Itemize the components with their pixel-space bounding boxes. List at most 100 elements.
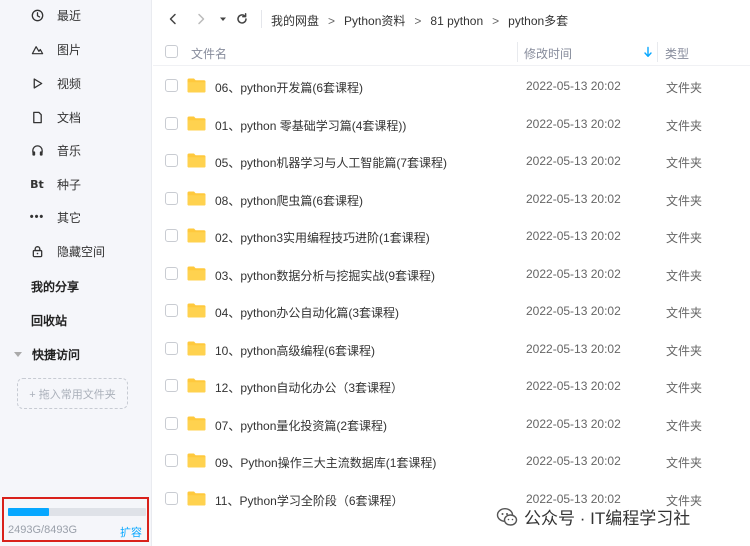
- file-modified-time: 2022-05-13 20:02: [526, 341, 621, 356]
- file-type: 文件夹: [666, 268, 703, 283]
- sidebar-item-label: 视频: [57, 76, 82, 91]
- refresh-button[interactable]: [234, 11, 250, 27]
- table-row[interactable]: 03、python数据分析与挖掘实战(9套课程) 2022-05-13 20:02…: [153, 255, 750, 293]
- table-row[interactable]: 01、python 零基础学习篇(4套课程)) 2022-05-13 20:02 文…: [153, 105, 750, 143]
- my-share-link[interactable]: 我的分享: [31, 278, 79, 295]
- row-checkbox[interactable]: [165, 191, 178, 205]
- breadcrumb-separator: >: [414, 13, 422, 28]
- file-name[interactable]: 01、python 零基础学习篇(4套课程)): [215, 117, 406, 134]
- table-row[interactable]: 05、python机器学习与人工智能篇(7套课程) 2022-05-13 20:0…: [153, 142, 750, 180]
- select-all-checkbox[interactable]: [165, 45, 178, 58]
- sidebar-item-images[interactable]: 图片: [0, 37, 152, 61]
- file-name[interactable]: 04、python办公自动化篇(3套课程): [215, 304, 399, 321]
- table-row[interactable]: 07、python量化投资篇(2套课程) 2022-05-13 20:02 文件夹: [153, 405, 750, 443]
- row-checkbox[interactable]: [165, 416, 178, 430]
- file-name[interactable]: 09、Python操作三大主流数据库(1套课程): [215, 454, 436, 471]
- row-checkbox[interactable]: [165, 116, 178, 130]
- row-checkbox[interactable]: [165, 341, 178, 355]
- expand-storage-link[interactable]: 扩容: [120, 524, 142, 540]
- sidebar-item-videos[interactable]: 视频: [0, 71, 152, 95]
- file-modified-time: 2022-05-13 20:02: [526, 154, 621, 168]
- wechat-logo-icon: [496, 507, 518, 526]
- recycle-bin-link[interactable]: 回收站: [31, 312, 67, 329]
- file-name[interactable]: 05、python机器学习与人工智能篇(7套课程): [215, 154, 447, 171]
- chevron-right-icon: [198, 13, 205, 25]
- breadcrumb-item[interactable]: Python资料: [344, 12, 405, 29]
- file-modified-time: 2022-05-13 20:02: [526, 116, 621, 131]
- folder-icon: [187, 78, 206, 93]
- refresh-icon: [237, 13, 247, 24]
- file-name[interactable]: 10、python高级编程(6套课程): [215, 342, 375, 359]
- drop-zone-label: + 拖入常用文件夹: [29, 388, 116, 401]
- sidebar-item-label: 最近: [57, 8, 82, 23]
- file-type: 文件夹: [666, 343, 703, 358]
- file-name[interactable]: 06、python开发篇(6套课程): [215, 79, 363, 96]
- file-type: 文件夹: [666, 306, 703, 320]
- row-checkbox[interactable]: [165, 304, 178, 317]
- folder-icon: [187, 191, 206, 205]
- sidebar-item-recent[interactable]: 最近: [0, 3, 152, 27]
- storage-bar: [8, 508, 146, 516]
- table-row[interactable]: 06、python开发篇(6套课程) 2022-05-13 20:02 文件夹: [153, 67, 750, 105]
- file-type: 文件夹: [666, 231, 703, 245]
- file-name[interactable]: 12、python自动化办公（3套课程）: [215, 379, 403, 396]
- quick-access-header[interactable]: 快捷访问: [14, 346, 80, 363]
- folder-icon: [187, 116, 206, 130]
- breadcrumb-item-current[interactable]: python多套: [508, 12, 568, 29]
- row-checkbox[interactable]: [165, 266, 178, 280]
- breadcrumb-item[interactable]: 我的网盘: [271, 12, 319, 29]
- back-button[interactable]: [165, 11, 181, 27]
- quick-access-label: 快捷访问: [32, 348, 81, 362]
- column-header-modified[interactable]: 修改时间: [524, 45, 572, 62]
- drop-zone[interactable]: + 拖入常用文件夹: [17, 378, 128, 409]
- file-name[interactable]: 08、python爬虫篇(6套课程): [215, 192, 363, 209]
- file-type: 文件夹: [666, 193, 703, 208]
- storage-usage-text: 2493G/8493G: [8, 524, 78, 536]
- row-checkbox[interactable]: [165, 491, 178, 505]
- file-modified-time: 2022-05-13 20:02: [526, 79, 621, 93]
- sidebar: 最近 图片 视频 文档 音乐 Bt 种子 ••• 其它 隐藏空间 我的分享 回收…: [0, 0, 152, 546]
- table-row[interactable]: 12、python自动化办公（3套课程） 2022-05-13 20:02 文件夹: [153, 367, 750, 405]
- row-checkbox[interactable]: [165, 154, 178, 167]
- file-modified-time: 2022-05-13 20:02: [526, 416, 621, 431]
- row-checkbox[interactable]: [165, 229, 178, 242]
- file-name[interactable]: 03、python数据分析与挖掘实战(9套课程): [215, 267, 435, 284]
- sidebar-item-torrents[interactable]: Bt 种子: [0, 172, 152, 196]
- row-checkbox[interactable]: [165, 379, 178, 392]
- row-checkbox[interactable]: [165, 79, 178, 92]
- sidebar-item-label: 文档: [57, 110, 82, 125]
- file-modified-time: 2022-05-13 20:02: [526, 304, 621, 318]
- headphones-icon: [30, 143, 44, 157]
- folder-icon: [187, 416, 206, 430]
- file-name[interactable]: 11、Python学习全阶段（6套课程）: [215, 492, 404, 509]
- row-checkbox[interactable]: [165, 454, 178, 467]
- sidebar-item-hidden-space[interactable]: 隐藏空间: [0, 239, 152, 263]
- file-modified-time: 2022-05-13 20:02: [526, 191, 621, 206]
- column-divider[interactable]: [517, 42, 518, 62]
- file-type: 文件夹: [666, 456, 703, 470]
- sidebar-item-documents[interactable]: 文档: [0, 105, 152, 129]
- table-row[interactable]: 04、python办公自动化篇(3套课程) 2022-05-13 20:02 文件夹: [153, 292, 750, 330]
- file-type: 文件夹: [666, 156, 703, 170]
- sidebar-item-other[interactable]: ••• 其它: [0, 205, 152, 229]
- sidebar-item-music[interactable]: 音乐: [0, 138, 152, 162]
- table-row[interactable]: 09、Python操作三大主流数据库(1套课程) 2022-05-13 20:02…: [153, 442, 750, 480]
- caret-down-icon: [220, 17, 226, 21]
- folder-icon: [187, 341, 206, 355]
- column-divider[interactable]: [657, 42, 658, 62]
- history-dropdown-button[interactable]: [215, 11, 231, 27]
- table-row[interactable]: 02、python3实用编程技巧进阶(1套课程) 2022-05-13 20:02…: [153, 217, 750, 255]
- folder-icon: [187, 491, 206, 505]
- table-row[interactable]: 10、python高级编程(6套课程) 2022-05-13 20:02 文件夹: [153, 330, 750, 368]
- forward-button[interactable]: [193, 11, 209, 27]
- sort-arrow-down-icon[interactable]: [643, 46, 653, 58]
- table-row[interactable]: 08、python爬虫篇(6套课程) 2022-05-13 20:02 文件夹: [153, 180, 750, 218]
- file-type: 文件夹: [666, 81, 703, 95]
- column-header-type[interactable]: 类型: [665, 45, 689, 62]
- breadcrumb-item[interactable]: 81 python: [430, 14, 483, 28]
- file-name[interactable]: 07、python量化投资篇(2套课程): [215, 417, 387, 434]
- column-header-name[interactable]: 文件名: [191, 45, 227, 62]
- watermark-text: 公众号 · IT编程学习社: [524, 509, 691, 528]
- sidebar-item-label: 图片: [57, 42, 82, 57]
- file-name[interactable]: 02、python3实用编程技巧进阶(1套课程): [215, 229, 430, 246]
